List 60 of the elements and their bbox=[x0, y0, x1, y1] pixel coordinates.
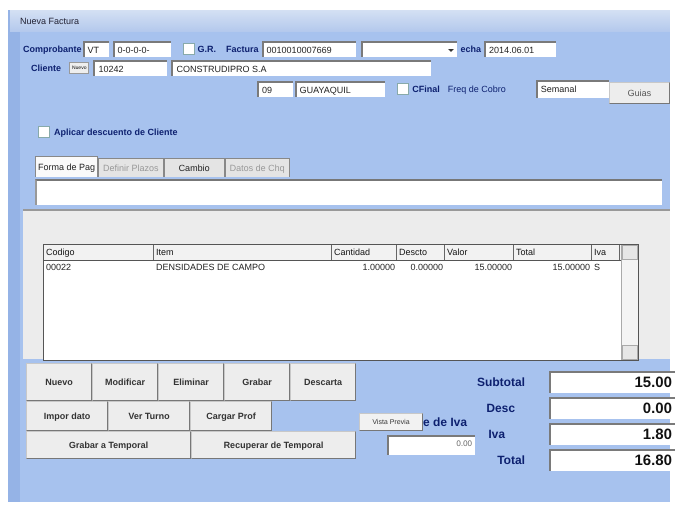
field-label: CFinal bbox=[412, 84, 440, 94]
input-field[interactable]: Semanal bbox=[536, 80, 609, 98]
tab[interactable]: Forma de Pag bbox=[35, 156, 98, 177]
action-button[interactable]: Ver Turno bbox=[108, 401, 190, 431]
field-label: Cliente bbox=[31, 63, 62, 73]
table-cell-text: S bbox=[593, 261, 602, 274]
table-cell-text: 15.00000 bbox=[473, 261, 513, 274]
column-header[interactable]: Iva bbox=[592, 245, 620, 260]
action-button[interactable]: Modificar bbox=[92, 363, 158, 401]
total-label: Total bbox=[496, 453, 525, 467]
table-cell-text: DENSIDADES DE CAMPO bbox=[155, 261, 266, 274]
action-button[interactable]: Impor dato bbox=[26, 401, 108, 431]
window-title: Nueva Factura bbox=[10, 10, 670, 32]
tab[interactable]: Cambio bbox=[164, 158, 225, 177]
checkbox[interactable] bbox=[38, 126, 50, 138]
input-field[interactable]: VT bbox=[82, 41, 108, 57]
checkbox[interactable] bbox=[397, 83, 410, 95]
input-field[interactable]: 09 bbox=[257, 81, 293, 97]
action-button[interactable]: Nuevo bbox=[26, 363, 92, 401]
action-button[interactable]: Grabar a Temporal bbox=[26, 431, 191, 459]
input-field[interactable]: 0.00 bbox=[387, 435, 475, 455]
column-header[interactable]: Total bbox=[514, 245, 592, 260]
total-label: Iva bbox=[487, 427, 505, 441]
table-cell-text: 1.00000 bbox=[361, 261, 396, 274]
input-field[interactable]: 0010010007669 bbox=[262, 41, 356, 57]
action-button[interactable]: Descarta bbox=[290, 363, 356, 401]
input-field[interactable]: 0-0-0-0- bbox=[112, 41, 170, 57]
input-field[interactable]: 10242 bbox=[93, 60, 168, 76]
field-label: Comprobante bbox=[23, 44, 82, 54]
field-label: Aplicar descuento de Cliente bbox=[54, 127, 178, 137]
total-field: 16.80 bbox=[549, 449, 675, 471]
table-cell-text: 0.00000 bbox=[409, 261, 444, 274]
input-field[interactable]: 2014.06.01 bbox=[484, 41, 556, 57]
checkbox[interactable] bbox=[182, 43, 194, 55]
column-header[interactable]: Valor bbox=[445, 245, 514, 260]
action-button[interactable]: Eliminar bbox=[158, 363, 224, 401]
table-cell-text: 15.00000 bbox=[551, 261, 591, 274]
field-label: Freq de Cobro bbox=[448, 84, 506, 94]
field-label: G.R. bbox=[198, 44, 216, 54]
field-label: Factura bbox=[226, 44, 259, 54]
dropdown[interactable] bbox=[360, 41, 457, 57]
total-label: Desc bbox=[485, 401, 515, 415]
scrollbar[interactable] bbox=[621, 245, 638, 360]
field-label: e de Iva bbox=[423, 415, 468, 429]
total-field: 15.00 bbox=[549, 371, 675, 393]
action-button[interactable]: Cargar Prof bbox=[190, 401, 272, 431]
action-button[interactable]: Recuperar de Temporal bbox=[191, 431, 356, 459]
action-button[interactable]: Grabar bbox=[224, 363, 290, 401]
column-header[interactable]: Cantidad bbox=[332, 245, 397, 260]
total-field: 0.00 bbox=[549, 397, 675, 419]
column-header[interactable]: Codigo bbox=[44, 245, 154, 260]
guias-button[interactable]: Guias bbox=[608, 82, 670, 104]
input-field[interactable]: GUAYAQUIL bbox=[294, 81, 386, 97]
input-field[interactable]: CONSTRUDIPRO S.A bbox=[171, 60, 432, 76]
table-cell-text: 00022 bbox=[45, 261, 72, 274]
field-label: echa bbox=[460, 44, 482, 54]
column-header[interactable]: Item bbox=[154, 245, 332, 260]
column-header[interactable]: Descto bbox=[397, 245, 445, 260]
total-label: Subtotal bbox=[476, 375, 525, 389]
total-field: 1.80 bbox=[549, 423, 675, 445]
